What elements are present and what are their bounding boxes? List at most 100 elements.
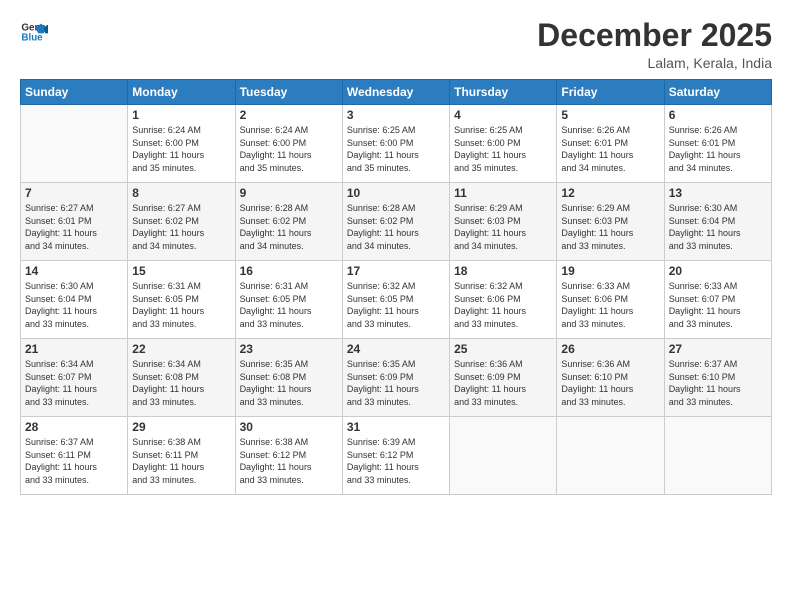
calendar-cell: 8 Sunrise: 6:27 AM Sunset: 6:02 PM Daylig… [128, 183, 235, 261]
day-number: 26 [561, 342, 659, 356]
day-number: 19 [561, 264, 659, 278]
calendar-cell: 17 Sunrise: 6:32 AM Sunset: 6:05 PM Dayli… [342, 261, 449, 339]
day-info: Sunrise: 6:33 AM Sunset: 6:07 PM Dayligh… [669, 280, 767, 330]
day-info: Sunrise: 6:30 AM Sunset: 6:04 PM Dayligh… [669, 202, 767, 252]
day-number: 2 [240, 108, 338, 122]
calendar-header-wednesday: Wednesday [342, 80, 449, 105]
day-number: 16 [240, 264, 338, 278]
day-number: 20 [669, 264, 767, 278]
calendar-header-thursday: Thursday [450, 80, 557, 105]
day-info: Sunrise: 6:39 AM Sunset: 6:12 PM Dayligh… [347, 436, 445, 486]
calendar-cell [664, 417, 771, 495]
calendar-cell: 28Sunrise: 6:37 AM Sunset: 6:11 PM Dayli… [21, 417, 128, 495]
day-number: 10 [347, 186, 445, 200]
calendar-cell: 10 Sunrise: 6:28 AM Sunset: 6:02 PM Dayli… [342, 183, 449, 261]
day-info: Sunrise: 6:25 AM Sunset: 6:00 PM Dayligh… [454, 124, 552, 174]
calendar-header-tuesday: Tuesday [235, 80, 342, 105]
calendar-week-row: 7Sunrise: 6:27 AM Sunset: 6:01 PM Daylig… [21, 183, 772, 261]
calendar-week-row: 21 Sunrise: 6:34 AM Sunset: 6:07 PM Dayli… [21, 339, 772, 417]
calendar-cell: 12Sunrise: 6:29 AM Sunset: 6:03 PM Dayli… [557, 183, 664, 261]
day-info: Sunrise: 6:29 AM Sunset: 6:03 PM Dayligh… [454, 202, 552, 252]
calendar-cell: 11 Sunrise: 6:29 AM Sunset: 6:03 PM Dayli… [450, 183, 557, 261]
calendar-cell: 6Sunrise: 6:26 AM Sunset: 6:01 PM Daylig… [664, 105, 771, 183]
calendar-header-sunday: Sunday [21, 80, 128, 105]
calendar-cell: 26 Sunrise: 6:36 AM Sunset: 6:10 PM Dayli… [557, 339, 664, 417]
calendar-cell: 5 Sunrise: 6:26 AM Sunset: 6:01 PM Daylig… [557, 105, 664, 183]
day-number: 14 [25, 264, 123, 278]
day-info: Sunrise: 6:33 AM Sunset: 6:06 PM Dayligh… [561, 280, 659, 330]
day-info: Sunrise: 6:35 AM Sunset: 6:09 PM Dayligh… [347, 358, 445, 408]
calendar-cell: 4 Sunrise: 6:25 AM Sunset: 6:00 PM Daylig… [450, 105, 557, 183]
day-number: 21 [25, 342, 123, 356]
day-info: Sunrise: 6:28 AM Sunset: 6:02 PM Dayligh… [347, 202, 445, 252]
calendar-header-saturday: Saturday [664, 80, 771, 105]
day-number: 6 [669, 108, 767, 122]
calendar-cell: 22 Sunrise: 6:34 AM Sunset: 6:08 PM Dayli… [128, 339, 235, 417]
calendar-week-row: 28Sunrise: 6:37 AM Sunset: 6:11 PM Dayli… [21, 417, 772, 495]
day-info: Sunrise: 6:36 AM Sunset: 6:10 PM Dayligh… [561, 358, 659, 408]
calendar-week-row: 14 Sunrise: 6:30 AM Sunset: 6:04 PM Dayli… [21, 261, 772, 339]
calendar-cell: 9 Sunrise: 6:28 AM Sunset: 6:02 PM Daylig… [235, 183, 342, 261]
day-info: Sunrise: 6:30 AM Sunset: 6:04 PM Dayligh… [25, 280, 123, 330]
day-info: Sunrise: 6:34 AM Sunset: 6:08 PM Dayligh… [132, 358, 230, 408]
calendar-cell: 30Sunrise: 6:38 AM Sunset: 6:12 PM Dayli… [235, 417, 342, 495]
day-number: 11 [454, 186, 552, 200]
day-info: Sunrise: 6:31 AM Sunset: 6:05 PM Dayligh… [240, 280, 338, 330]
day-number: 17 [347, 264, 445, 278]
day-info: Sunrise: 6:32 AM Sunset: 6:06 PM Dayligh… [454, 280, 552, 330]
calendar-cell: 14 Sunrise: 6:30 AM Sunset: 6:04 PM Dayli… [21, 261, 128, 339]
day-info: Sunrise: 6:24 AM Sunset: 6:00 PM Dayligh… [240, 124, 338, 174]
day-info: Sunrise: 6:25 AM Sunset: 6:00 PM Dayligh… [347, 124, 445, 174]
day-info: Sunrise: 6:37 AM Sunset: 6:11 PM Dayligh… [25, 436, 123, 486]
day-info: Sunrise: 6:34 AM Sunset: 6:07 PM Dayligh… [25, 358, 123, 408]
calendar-cell: 7Sunrise: 6:27 AM Sunset: 6:01 PM Daylig… [21, 183, 128, 261]
day-info: Sunrise: 6:35 AM Sunset: 6:08 PM Dayligh… [240, 358, 338, 408]
day-number: 13 [669, 186, 767, 200]
calendar-cell [557, 417, 664, 495]
svg-text:Blue: Blue [21, 32, 43, 43]
day-number: 22 [132, 342, 230, 356]
page: General Blue December 2025 Lalam, Kerala… [0, 0, 792, 612]
calendar-cell: 29 Sunrise: 6:38 AM Sunset: 6:11 PM Dayli… [128, 417, 235, 495]
logo: General Blue [20, 18, 48, 46]
calendar-cell: 13 Sunrise: 6:30 AM Sunset: 6:04 PM Dayli… [664, 183, 771, 261]
title-block: December 2025 Lalam, Kerala, India [537, 18, 772, 71]
day-number: 31 [347, 420, 445, 434]
day-info: Sunrise: 6:27 AM Sunset: 6:02 PM Dayligh… [132, 202, 230, 252]
day-info: Sunrise: 6:32 AM Sunset: 6:05 PM Dayligh… [347, 280, 445, 330]
day-info: Sunrise: 6:37 AM Sunset: 6:10 PM Dayligh… [669, 358, 767, 408]
day-number: 27 [669, 342, 767, 356]
day-number: 8 [132, 186, 230, 200]
day-info: Sunrise: 6:38 AM Sunset: 6:12 PM Dayligh… [240, 436, 338, 486]
day-info: Sunrise: 6:38 AM Sunset: 6:11 PM Dayligh… [132, 436, 230, 486]
calendar-cell: 3 Sunrise: 6:25 AM Sunset: 6:00 PM Daylig… [342, 105, 449, 183]
day-number: 29 [132, 420, 230, 434]
day-number: 4 [454, 108, 552, 122]
location: Lalam, Kerala, India [537, 55, 772, 71]
day-info: Sunrise: 6:36 AM Sunset: 6:09 PM Dayligh… [454, 358, 552, 408]
header: General Blue December 2025 Lalam, Kerala… [20, 18, 772, 71]
calendar-header-monday: Monday [128, 80, 235, 105]
calendar-cell: 24 Sunrise: 6:35 AM Sunset: 6:09 PM Dayli… [342, 339, 449, 417]
day-number: 12 [561, 186, 659, 200]
day-info: Sunrise: 6:26 AM Sunset: 6:01 PM Dayligh… [561, 124, 659, 174]
calendar-cell [21, 105, 128, 183]
day-number: 9 [240, 186, 338, 200]
calendar: SundayMondayTuesdayWednesdayThursdayFrid… [20, 79, 772, 495]
calendar-cell: 1Sunrise: 6:24 AM Sunset: 6:00 PM Daylig… [128, 105, 235, 183]
day-info: Sunrise: 6:28 AM Sunset: 6:02 PM Dayligh… [240, 202, 338, 252]
calendar-cell: 20 Sunrise: 6:33 AM Sunset: 6:07 PM Dayli… [664, 261, 771, 339]
calendar-header-friday: Friday [557, 80, 664, 105]
calendar-cell: 27 Sunrise: 6:37 AM Sunset: 6:10 PM Dayli… [664, 339, 771, 417]
day-number: 3 [347, 108, 445, 122]
calendar-cell [450, 417, 557, 495]
day-number: 7 [25, 186, 123, 200]
logo-icon: General Blue [20, 18, 48, 46]
calendar-cell: 2 Sunrise: 6:24 AM Sunset: 6:00 PM Daylig… [235, 105, 342, 183]
calendar-cell: 19 Sunrise: 6:33 AM Sunset: 6:06 PM Dayli… [557, 261, 664, 339]
day-number: 1 [132, 108, 230, 122]
day-number: 5 [561, 108, 659, 122]
day-number: 24 [347, 342, 445, 356]
calendar-week-row: 1 Sunrise: 6:24 AM Sunset: 6:00 PM Daylig… [21, 105, 772, 183]
calendar-cell: 25Sunrise: 6:36 AM Sunset: 6:09 PM Dayli… [450, 339, 557, 417]
